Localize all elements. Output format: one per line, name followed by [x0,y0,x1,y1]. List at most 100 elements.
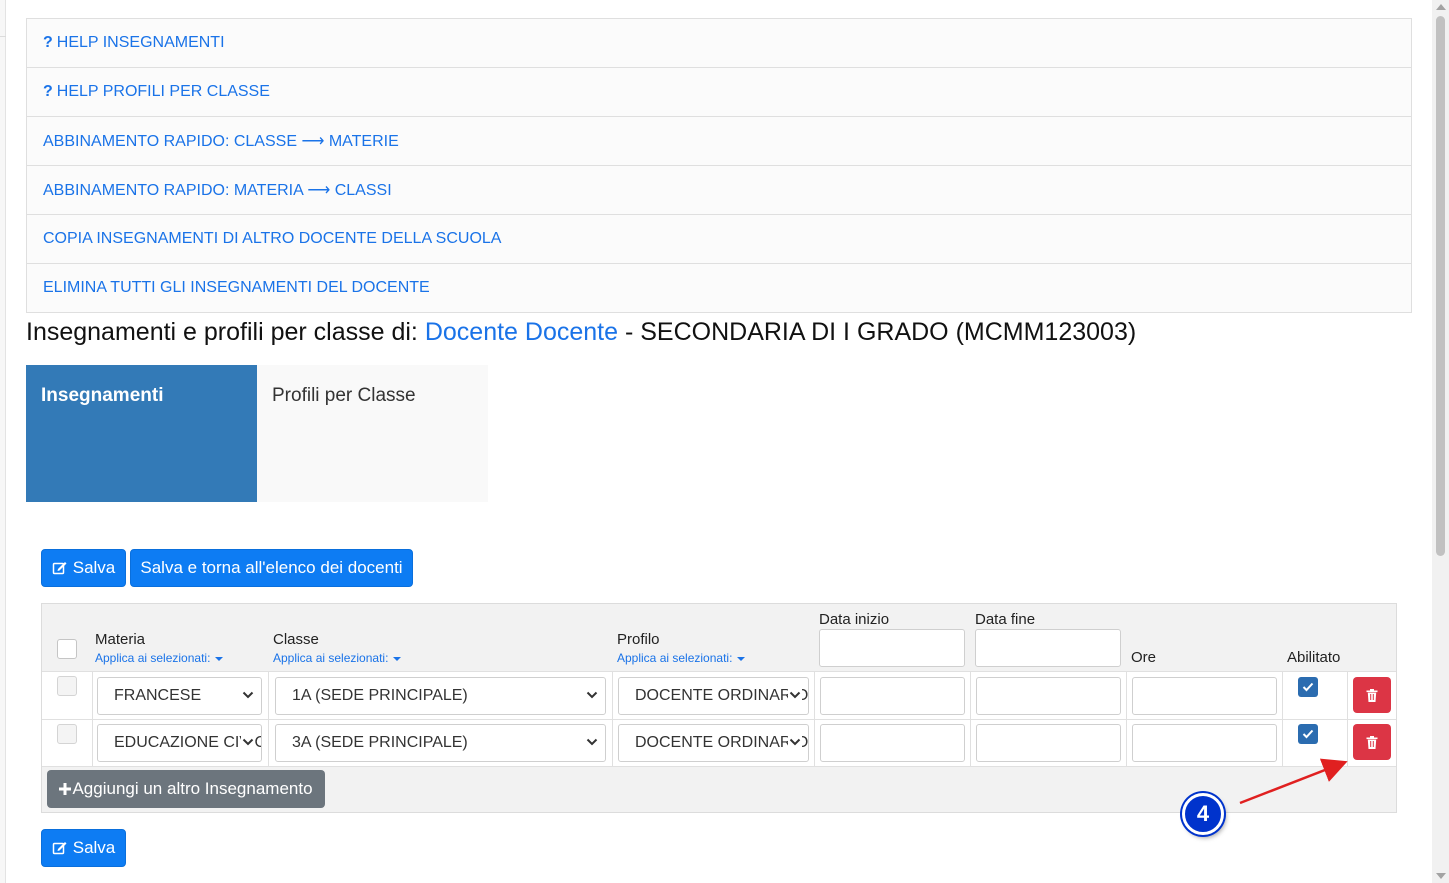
header-ore: Ore [1131,649,1157,666]
column-divider [612,672,613,766]
apply-label: Applica ai selezionati: [95,651,211,665]
scrollbar-thumb[interactable] [1436,16,1445,556]
step-number-badge: 4 [1182,793,1224,835]
row-checkbox[interactable] [57,724,77,744]
add-insegnamento-button[interactable]: Aggiungi un altro Insegnamento [47,770,325,808]
profilo-value: DOCENTE ORDINARIO [635,734,809,751]
save-label: Salva [72,558,116,577]
header-profilo: Profilo [617,631,660,648]
scroll-down-arrow-icon[interactable] [1436,873,1446,879]
chevron-down-icon [788,688,802,702]
chevron-down-icon [585,735,599,749]
accordion-elimina-insegnamenti[interactable]: ELIMINA TUTTI GLI INSEGNAMENTI DEL DOCEN… [26,263,1412,313]
column-divider [970,672,971,766]
column-divider [1282,672,1283,766]
accordion-help-profili[interactable]: ? HELP PROFILI PER CLASSE [26,67,1412,116]
materia-value: EDUCAZIONE CIVICA [114,734,262,751]
apply-label: Applica ai selezionati: [617,651,733,665]
teacher-name-link[interactable]: Docente Docente [425,318,618,346]
column-divider [92,672,93,766]
column-divider [1347,672,1348,766]
accordion-label: HELP PROFILI PER CLASSE [56,83,270,100]
insegnamenti-table: Materia Applica ai selezionati: Classe A… [41,603,1397,813]
chevron-down-icon [788,735,802,749]
tab-profili-per-classe[interactable]: Profili per Classe [257,365,488,502]
add-insegnamento-label: Aggiungi un altro Insegnamento [72,779,313,798]
profilo-value: DOCENTE ORDINARIO [635,687,809,704]
classe-value: 3A (SEDE PRINCIPALE) [292,734,468,751]
save-and-return-button[interactable]: Salva e torna all'elenco dei docenti [130,549,413,587]
delete-row-button[interactable] [1353,677,1391,713]
chevron-down-icon [241,735,255,749]
apply-label: Applica ai selezionati: [273,651,389,665]
scroll-up-arrow-icon[interactable] [1436,4,1446,10]
abilitato-checkbox[interactable] [1298,677,1318,697]
classe-select[interactable]: 3A (SEDE PRINCIPALE) [275,724,606,762]
tab-insegnamenti[interactable]: Insegnamenti [26,365,257,502]
delete-row-button[interactable] [1353,724,1391,760]
page-title-prefix: Insegnamenti e profili per classe di: [26,318,418,346]
accordion-abbinamento-classe-materie[interactable]: ABBINAMENTO RAPIDO: CLASSE ⟶ MATERIE [26,116,1412,165]
check-icon [1302,729,1314,739]
materia-value: FRANCESE [114,687,202,704]
materia-select[interactable]: EDUCAZIONE CIVICA [97,724,262,762]
apply-selected-classe[interactable]: Applica ai selezionati: [273,651,402,665]
chevron-down-icon [585,688,599,702]
data-fine-bulk-input[interactable] [975,629,1121,667]
classe-value: 1A (SEDE PRINCIPALE) [292,687,468,704]
data-inizio-input[interactable] [820,677,965,715]
edit-icon [52,562,67,575]
accordion-copia-insegnamenti[interactable]: COPIA INSEGNAMENTI DI ALTRO DOCENTE DELL… [26,214,1412,263]
ore-input[interactable] [1132,677,1277,715]
chevron-down-icon [241,688,255,702]
check-icon [1302,682,1314,692]
data-inizio-input[interactable] [820,724,965,762]
page-title-suffix: - SECONDARIA DI I GRADO (MCMM123003) [624,318,1137,346]
vertical-scrollbar[interactable] [1432,0,1449,883]
header-data-fine: Data fine [975,611,1036,628]
accordion: ? HELP INSEGNAMENTI ? HELP PROFILI PER C… [26,18,1412,313]
select-all-checkbox[interactable] [57,639,77,659]
accordion-label: ABBINAMENTO RAPIDO: MATERIA ⟶ CLASSI [43,182,392,199]
header-classe: Classe [273,631,319,648]
question-icon: ? [43,34,53,51]
header-abilitato: Abilitato [1287,649,1341,666]
apply-selected-materia[interactable]: Applica ai selezionati: [95,651,224,665]
caret-down-icon [215,656,224,661]
materia-select[interactable]: FRANCESE [97,677,262,715]
row-checkbox[interactable] [57,676,77,696]
data-inizio-bulk-input[interactable] [819,629,965,667]
column-divider [814,672,815,766]
accordion-label: HELP INSEGNAMENTI [56,34,225,51]
question-icon: ? [43,83,53,100]
header-materia: Materia [95,631,146,648]
save-button-bottom[interactable]: Salva [41,829,126,867]
row-divider [42,766,1396,767]
trash-icon [1366,688,1378,702]
trash-icon [1366,735,1378,749]
ore-input[interactable] [1132,724,1277,762]
plus-icon [59,783,72,795]
accordion-label: COPIA INSEGNAMENTI DI ALTRO DOCENTE DELL… [43,230,502,247]
save-label: Salva [72,838,116,857]
save-button[interactable]: Salva [41,549,126,587]
column-divider [1126,672,1127,766]
accordion-label: ABBINAMENTO RAPIDO: CLASSE ⟶ MATERIE [43,133,399,150]
caret-down-icon [393,656,402,661]
page-title: Insegnamenti e profili per classe di: Do… [26,318,1136,347]
abilitato-checkbox[interactable] [1298,724,1318,744]
left-edge [0,0,6,883]
column-divider [268,672,269,766]
profilo-select[interactable]: DOCENTE ORDINARIO [618,677,809,715]
apply-selected-profilo[interactable]: Applica ai selezionati: [617,651,746,665]
data-fine-input[interactable] [976,677,1121,715]
header-data-inizio: Data inizio [819,611,890,628]
profilo-select[interactable]: DOCENTE ORDINARIO [618,724,809,762]
data-fine-input[interactable] [976,724,1121,762]
accordion-abbinamento-materia-classi[interactable]: ABBINAMENTO RAPIDO: MATERIA ⟶ CLASSI [26,165,1412,214]
caret-down-icon [737,656,746,661]
accordion-label: ELIMINA TUTTI GLI INSEGNAMENTI DEL DOCEN… [43,279,430,296]
classe-select[interactable]: 1A (SEDE PRINCIPALE) [275,677,606,715]
tab-bar: Insegnamenti Profili per Classe [26,365,488,502]
accordion-help-insegnamenti[interactable]: ? HELP INSEGNAMENTI [26,18,1412,67]
